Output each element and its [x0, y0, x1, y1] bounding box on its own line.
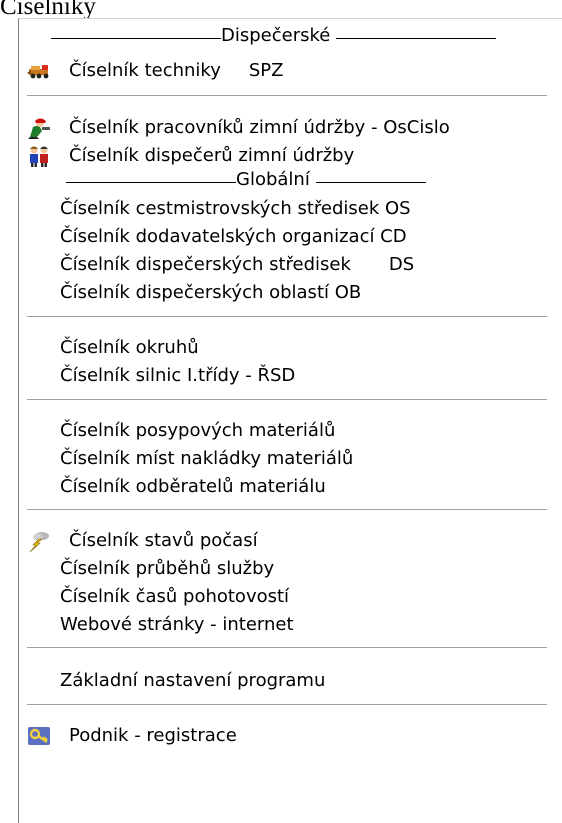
section-label-globalni: Globální [236, 169, 310, 190]
menu-item-posypove[interactable]: Číselník posypových materiálů [19, 417, 544, 445]
menu-item-label: Číselník okruhů [60, 337, 199, 358]
heading-rule-right [336, 38, 497, 39]
menu-separator [27, 647, 547, 649]
menu-item-silnice[interactable]: Číselník silnic I.třídy - ŘSD [19, 362, 544, 390]
dropdown-menu: Dispečerské Číselník techniky SPZ Číseln… [18, 18, 562, 823]
menu-item-pracovnici[interactable]: Číselník pracovníků zimní údržby - OsCis… [19, 114, 544, 142]
menu-item-label: Číselník dispečerských oblastí OB [60, 282, 362, 303]
menu-item-web[interactable]: Webové stránky - internet [19, 611, 544, 639]
menu-item-label: Číselník časů pohotovostí [60, 586, 290, 607]
keys-icon [27, 725, 52, 747]
menu-item-label: Číselník odběratelů materiálu [60, 476, 326, 497]
menu-item-prubehy[interactable]: Číselník průběhů služby [19, 555, 544, 583]
menu-item-label: Základní nastavení programu [60, 670, 326, 691]
menu-item-dispecerske-oblasti[interactable]: Číselník dispečerských oblastí OB [19, 279, 544, 307]
heading-rule-right [315, 182, 426, 183]
menu-item-label: Číselník dodavatelských organizací CD [60, 226, 407, 247]
truck-icon [27, 60, 52, 82]
menu-item-mista-nakladky[interactable]: Číselník míst nakládky materiálů [19, 445, 544, 473]
weather-lightning-icon [27, 530, 52, 552]
menu-item-cestmistrovska[interactable]: Číselník cestmistrovských středisek OS [19, 195, 544, 223]
menu-item-nastaveni[interactable]: Základní nastavení programu [19, 667, 544, 695]
menu-item-label: Číselník pracovníků zimní údržby - OsCis… [69, 117, 450, 138]
menu-separator [27, 399, 547, 401]
menu-separator [27, 704, 547, 706]
menu-item-label: Podnik - registrace [69, 725, 237, 746]
menu-item-odberatele[interactable]: Číselník odběratelů materiálu [19, 473, 544, 501]
menu-separator [27, 316, 547, 318]
menu-item-dodavatelske[interactable]: Číselník dodavatelských organizací CD [19, 223, 544, 251]
people-icon [27, 145, 52, 167]
menu-item-okruhy[interactable]: Číselník okruhů [19, 334, 544, 362]
menu-item-label: Číselník dispečerských středisek DS [60, 254, 415, 275]
menu-separator [27, 95, 547, 97]
menu-item-dispecerska-strediska[interactable]: Číselník dispečerských středisek DS [19, 251, 544, 279]
menu-item-label: Číselník silnic I.třídy - ŘSD [60, 365, 296, 386]
section-heading-dispecerske: Dispečerské [51, 22, 497, 50]
menu-item-label: Číselník cestmistrovských středisek OS [60, 198, 411, 219]
section-heading-globalni: Globální [66, 166, 426, 194]
menu-item-registrace[interactable]: Podnik - registrace [19, 722, 544, 750]
menu-item-label: Číselník průběhů služby [60, 558, 275, 579]
heading-rule-left [66, 182, 236, 183]
menu-item-label: Webové stránky - internet [60, 614, 294, 635]
menu-item-technika[interactable]: Číselník techniky SPZ [19, 57, 544, 85]
menu-item-pohotovosti[interactable]: Číselník časů pohotovostí [19, 583, 544, 611]
menu-item-label: Číselník stavů počasí [69, 530, 258, 551]
menu-item-label: Číselník míst nakládky materiálů [60, 448, 354, 469]
menu-item-label: Číselník techniky SPZ [69, 60, 284, 81]
worker-icon [27, 117, 52, 139]
section-label-dispecerske: Dispečerské [221, 25, 331, 46]
menu-item-pocasi[interactable]: Číselník stavů počasí [19, 527, 544, 555]
heading-rule-left [51, 38, 221, 39]
menu-item-label: Číselník posypových materiálů [60, 420, 336, 441]
menu-separator [27, 509, 547, 511]
